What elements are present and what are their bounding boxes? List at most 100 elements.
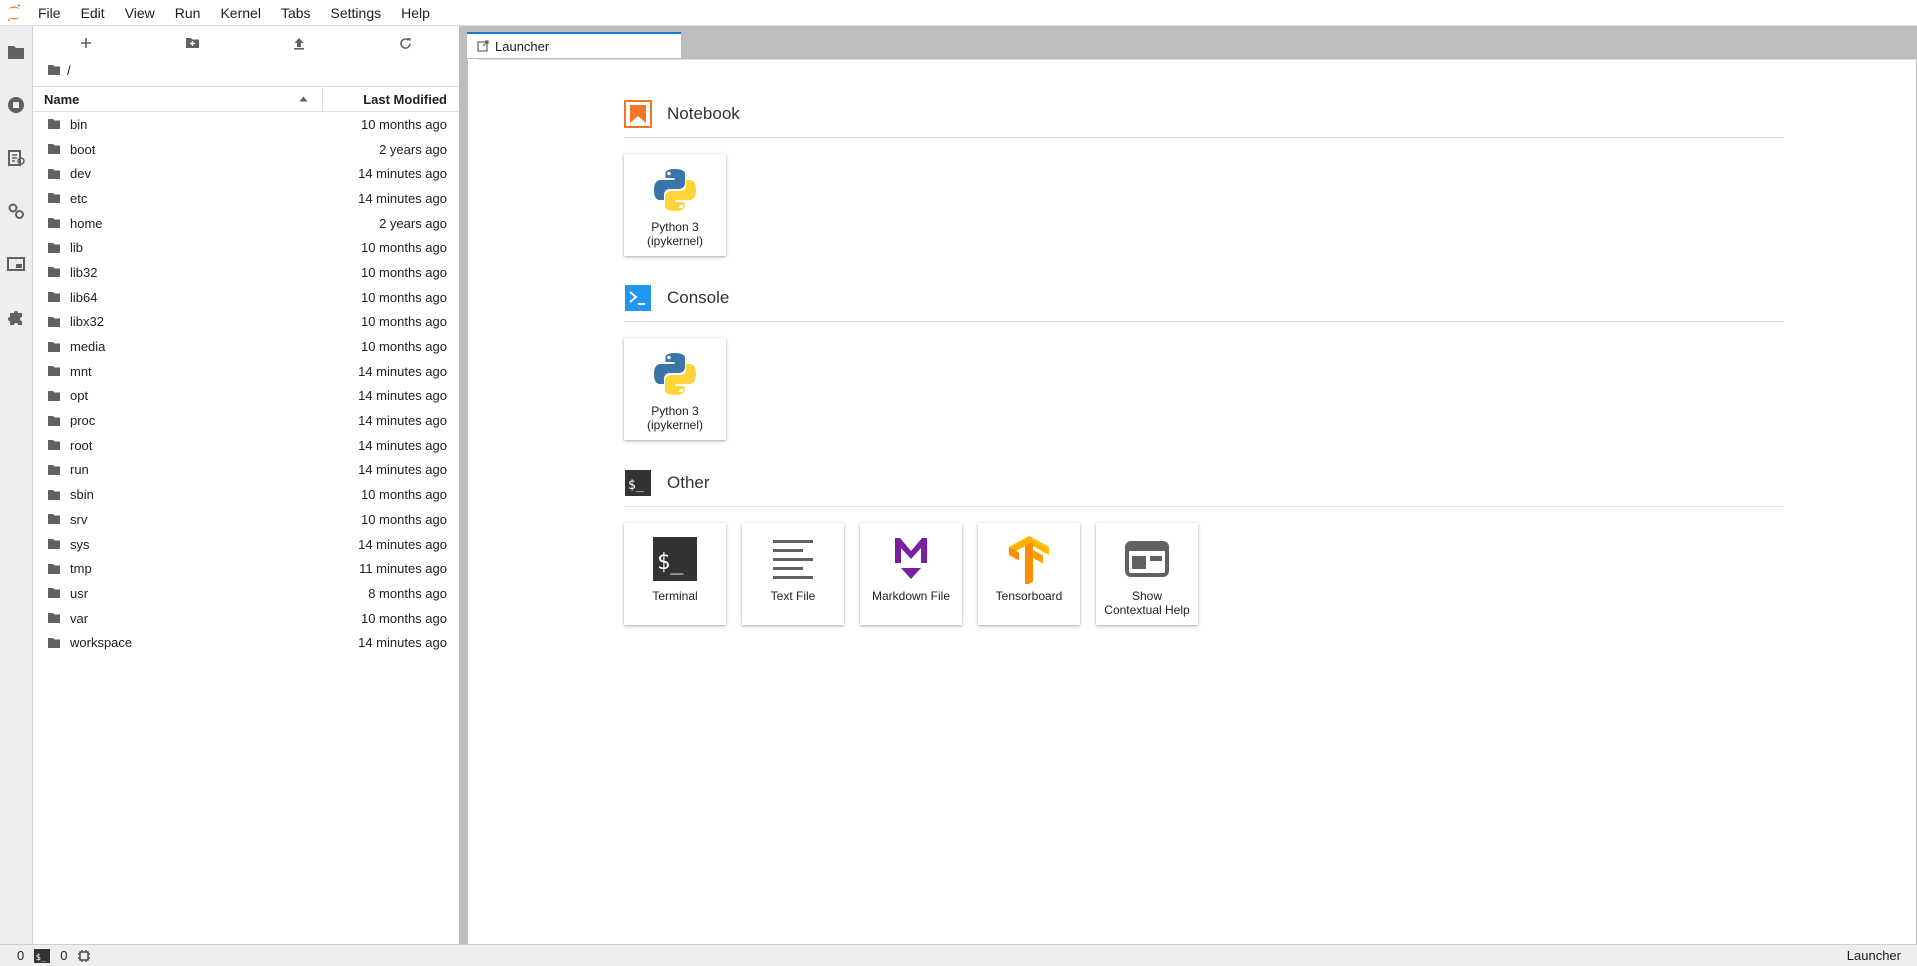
file-row[interactable]: workspace 14 minutes ago: [33, 630, 459, 655]
card-notebook-python3[interactable]: Python 3 (ipykernel): [624, 154, 726, 256]
extension-puzzle-icon[interactable]: [6, 307, 26, 327]
file-name: lib32: [70, 264, 98, 280]
file-row[interactable]: lib32 10 months ago: [33, 260, 459, 285]
file-name: sbin: [70, 487, 94, 503]
folder-icon[interactable]: [6, 42, 26, 62]
file-row[interactable]: tmp 11 minutes ago: [33, 556, 459, 581]
menu-run[interactable]: Run: [165, 0, 211, 26]
file-modified: 2 years ago: [379, 141, 447, 157]
section-divider: [624, 506, 1784, 507]
file-modified: 14 minutes ago: [358, 437, 447, 453]
file-name-cell: lib32: [33, 265, 361, 280]
folder-icon: [48, 242, 60, 253]
commands-palette-icon[interactable]: [6, 148, 26, 168]
folder-icon: [48, 316, 60, 327]
file-row[interactable]: libx32 10 months ago: [33, 310, 459, 335]
file-row[interactable]: srv 10 months ago: [33, 507, 459, 532]
section-divider: [624, 321, 1784, 322]
file-modified: 10 months ago: [360, 116, 447, 132]
section-divider: [624, 137, 1784, 138]
card-text-file[interactable]: Text File: [742, 523, 844, 625]
file-row[interactable]: boot 2 years ago: [33, 137, 459, 162]
menu-view[interactable]: View: [115, 0, 165, 26]
folder-icon: [48, 292, 60, 303]
terminal-section-icon: $_: [625, 470, 651, 496]
card-terminal[interactable]: $_ Terminal: [624, 523, 726, 625]
console-icon: [625, 285, 651, 311]
property-inspector-icon[interactable]: [6, 201, 26, 221]
folder-icon: [48, 341, 60, 352]
new-folder-button[interactable]: [178, 31, 208, 55]
file-name-cell: lib64: [33, 290, 361, 305]
menu-help[interactable]: Help: [391, 0, 440, 26]
kernel-count[interactable]: 0: [17, 948, 24, 963]
file-browser: / Name Last Modified bin 10 months ago boo…: [33, 26, 459, 944]
upload-button[interactable]: [284, 31, 314, 55]
file-name: lib: [70, 240, 84, 256]
running-stop-icon[interactable]: [6, 95, 26, 115]
terminal-count[interactable]: 0: [60, 948, 67, 963]
tabs-panel-icon[interactable]: [6, 254, 26, 274]
folder-icon: [48, 144, 60, 155]
file-row[interactable]: lib64 10 months ago: [33, 285, 459, 310]
tab-launcher[interactable]: Launcher: [467, 32, 681, 58]
launcher-tab-icon: [477, 40, 489, 52]
card-label: Text File: [770, 589, 816, 603]
file-row[interactable]: var 10 months ago: [33, 606, 459, 631]
file-row[interactable]: usr 8 months ago: [33, 581, 459, 606]
menu-edit[interactable]: Edit: [71, 0, 115, 26]
file-row[interactable]: media 10 months ago: [33, 334, 459, 359]
file-name: run: [70, 462, 89, 478]
file-modified: 14 minutes ago: [358, 388, 447, 404]
file-name: srv: [70, 511, 88, 527]
breadcrumb[interactable]: /: [33, 60, 459, 80]
file-row[interactable]: root 14 minutes ago: [33, 433, 459, 458]
file-row[interactable]: lib 10 months ago: [33, 235, 459, 260]
file-modified: 10 months ago: [360, 511, 447, 527]
file-modified: 10 months ago: [360, 264, 447, 280]
file-row[interactable]: run 14 minutes ago: [33, 458, 459, 483]
markdown-icon: [885, 533, 937, 585]
file-row[interactable]: sbin 10 months ago: [33, 482, 459, 507]
file-row[interactable]: dev 14 minutes ago: [33, 161, 459, 186]
menu-settings[interactable]: Settings: [321, 0, 392, 26]
menu-tabs[interactable]: Tabs: [271, 0, 321, 26]
column-header-name[interactable]: Name: [33, 87, 323, 111]
folder-icon: [48, 637, 60, 648]
breadcrumb-path[interactable]: /: [67, 63, 71, 78]
card-markdown-file[interactable]: Markdown File: [860, 523, 962, 625]
file-name: libx32: [70, 314, 104, 330]
status-bar: 0 $_ 0 Launcher: [0, 944, 1917, 966]
file-row[interactable]: home 2 years ago: [33, 211, 459, 236]
file-row[interactable]: proc 14 minutes ago: [33, 408, 459, 433]
file-row[interactable]: sys 14 minutes ago: [33, 532, 459, 557]
file-name: proc: [70, 413, 96, 429]
file-row[interactable]: etc 14 minutes ago: [33, 186, 459, 211]
menu-kernel[interactable]: Kernel: [210, 0, 270, 26]
contextual-help-icon: [1121, 533, 1173, 585]
folder-icon: [48, 366, 60, 377]
refresh-button[interactable]: [391, 31, 421, 55]
file-name: lib64: [70, 289, 98, 305]
file-name-cell: tmp: [33, 561, 359, 576]
file-name: dev: [70, 166, 91, 182]
card-contextual-help[interactable]: Show Contextual Help: [1096, 523, 1198, 625]
card-console-python3[interactable]: Python 3 (ipykernel): [624, 338, 726, 440]
menu-file[interactable]: File: [28, 0, 71, 26]
section-console: Console Python 3 (ipykernel): [624, 284, 1784, 440]
file-name-cell: lib: [33, 240, 361, 255]
card-tensorboard[interactable]: Tensorboard: [978, 523, 1080, 625]
file-row[interactable]: opt 14 minutes ago: [33, 384, 459, 409]
file-row[interactable]: mnt 14 minutes ago: [33, 359, 459, 384]
folder-icon: [48, 563, 60, 574]
file-modified: 14 minutes ago: [358, 166, 447, 182]
new-launcher-button[interactable]: [71, 31, 101, 55]
file-name-cell: var: [33, 611, 361, 626]
file-modified: 10 months ago: [360, 487, 447, 503]
file-modified: 10 months ago: [360, 314, 447, 330]
file-row[interactable]: bin 10 months ago: [33, 112, 459, 137]
file-modified: 10 months ago: [360, 240, 447, 256]
panel-splitter[interactable]: [459, 26, 467, 944]
file-name-cell: boot: [33, 142, 379, 157]
column-header-modified[interactable]: Last Modified: [323, 92, 459, 107]
